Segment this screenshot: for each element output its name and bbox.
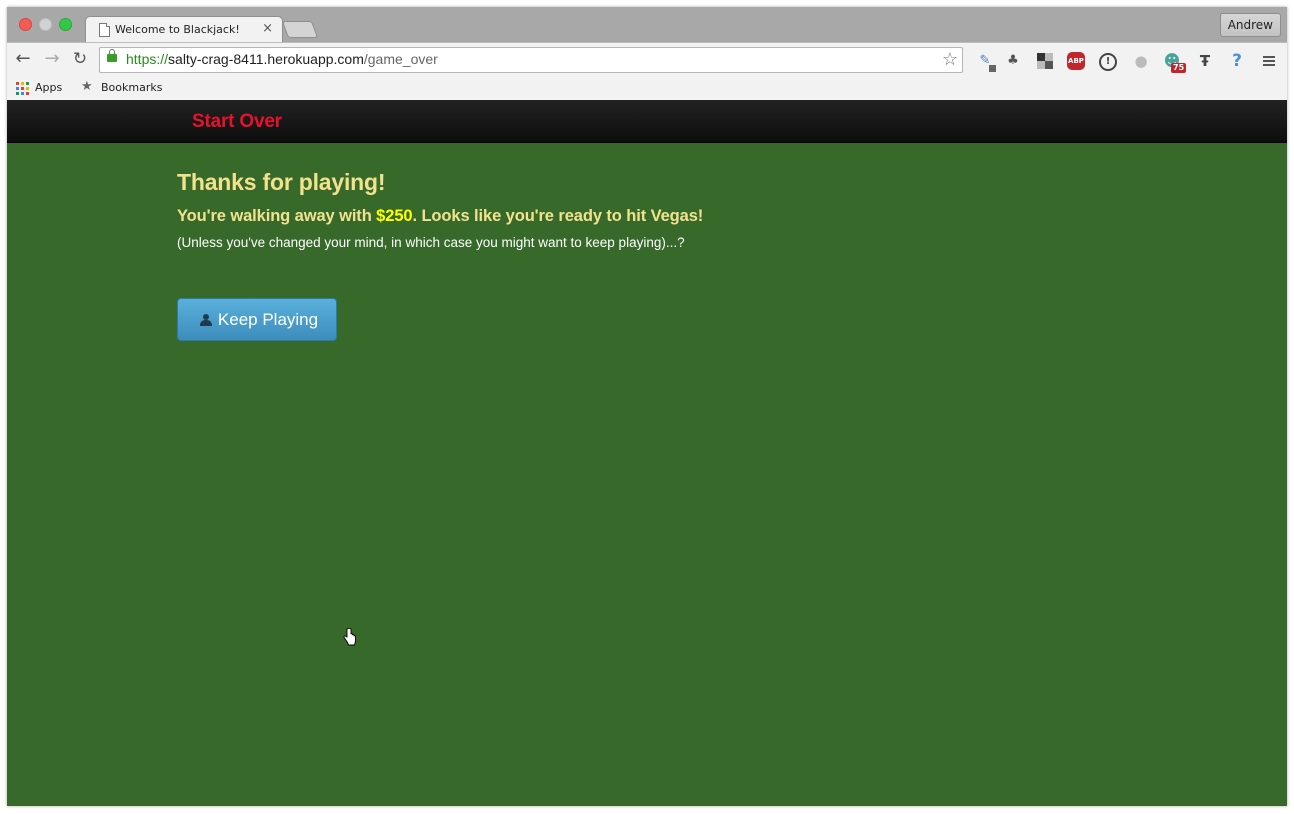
forward-arrow-icon[interactable]: → <box>41 48 63 70</box>
tab-blackjack[interactable]: Welcome to Blackjack! × <box>85 16 283 43</box>
bookmark-folder-bookmarks[interactable]: Bookmarks <box>101 81 162 94</box>
back-arrow-icon[interactable]: ← <box>12 48 34 70</box>
extension-badge-count: 75 <box>1171 63 1187 73</box>
winnings-message: You're walking away with $250. Looks lik… <box>177 205 1077 227</box>
winnings-text-after: . Looks like you're ready to hit Vegas! <box>412 207 704 225</box>
reload-icon[interactable]: ↻ <box>69 48 91 70</box>
ghostery-icon[interactable]: ● <box>1131 51 1151 71</box>
password-manager-icon[interactable]: ! <box>1099 53 1117 71</box>
url-host: salty-crag-8411.herokuapp.com <box>168 51 364 67</box>
bookmark-star-icon[interactable]: ☆ <box>942 49 958 71</box>
adblock-plus-icon[interactable]: ABP <box>1067 52 1085 70</box>
winnings-amount: $250 <box>376 207 413 225</box>
hamburger-menu-icon[interactable] <box>1259 51 1279 71</box>
start-over-link[interactable]: Start Over <box>192 111 282 133</box>
browser-toolbar: ← → ↻ https://salty-crag-8411.herokuapp.… <box>7 42 1287 78</box>
app-navbar: Start Over <box>7 100 1287 143</box>
url-path: /game_over <box>363 51 438 67</box>
tower-extension-icon[interactable]: Ŧ <box>1195 51 1215 71</box>
bookmarks-star-icon: ★ <box>81 79 93 94</box>
profile-button[interactable]: Andrew <box>1219 13 1281 37</box>
keep-playing-note: (Unless you've changed your mind, in whi… <box>177 235 685 250</box>
document-icon <box>99 23 110 37</box>
monster-extension-icon[interactable]: ☻ 75 <box>1162 51 1187 73</box>
winnings-text-before: You're walking away with <box>177 207 377 225</box>
window-minimize-button[interactable] <box>39 18 52 31</box>
window-zoom-button[interactable] <box>59 18 72 31</box>
window-close-button[interactable] <box>19 18 32 31</box>
browser-window: Welcome to Blackjack! × Andrew ← → ↻ htt… <box>7 7 1287 806</box>
bookmarks-bar: Apps ★ Bookmarks <box>7 77 1287 101</box>
help-icon[interactable]: ? <box>1227 51 1247 71</box>
bookmark-apps[interactable]: Apps <box>35 81 62 94</box>
address-bar[interactable]: https://salty-crag-8411.herokuapp.com/ga… <box>99 47 963 73</box>
hand-cursor-icon <box>343 628 356 646</box>
tab-strip: Welcome to Blackjack! × Andrew <box>7 7 1287 43</box>
keep-playing-label: Keep Playing <box>217 309 319 329</box>
tab-title: Welcome to Blackjack! <box>115 23 240 36</box>
page-title: Thanks for playing! <box>177 169 386 195</box>
squares-extension-icon[interactable] <box>1035 51 1055 71</box>
eyedropper-extension-icon[interactable]: ✎ <box>975 51 996 72</box>
lock-icon <box>107 49 117 62</box>
url-text[interactable]: https://salty-crag-8411.herokuapp.com/ga… <box>126 51 438 67</box>
new-tab-button[interactable] <box>281 21 319 38</box>
url-scheme: https:// <box>126 51 169 67</box>
keep-playing-button[interactable]: Keep Playing <box>177 298 337 341</box>
apps-grid-icon[interactable] <box>16 82 29 95</box>
puzzle-extension-icon[interactable]: ♣ <box>1003 51 1023 71</box>
user-icon <box>199 313 212 326</box>
game-over-panel: Thanks for playing! You're walking away … <box>177 168 1077 341</box>
tab-close-icon[interactable]: × <box>262 21 273 36</box>
